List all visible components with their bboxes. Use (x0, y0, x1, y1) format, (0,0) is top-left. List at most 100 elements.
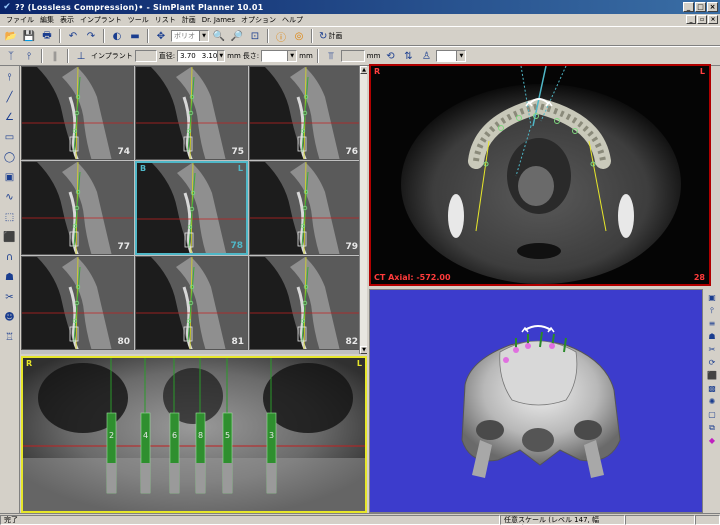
cross-section-cell[interactable]: 78 B L (135, 161, 248, 255)
mask-icon[interactable]: ☻ (2, 309, 18, 326)
volume-icon[interactable]: ⬚ (2, 209, 18, 226)
menu-options[interactable]: オプション (238, 15, 279, 25)
panoramic-view[interactable]: 2 4 6 8 5 3 R L (21, 356, 367, 513)
3d-bone-icon[interactable]: ☗ (706, 331, 718, 342)
length-select[interactable]: ▼ (261, 50, 298, 62)
target-icon[interactable]: ◎ (291, 28, 307, 44)
3d-light-icon[interactable]: ✺ (706, 396, 718, 407)
contrast-icon[interactable]: ◐ (109, 28, 125, 44)
print-icon[interactable]: 🖶 (39, 28, 55, 44)
cross-section-cell[interactable]: 76 (249, 66, 362, 160)
cross-section-cell[interactable]: 77 (21, 161, 134, 255)
title-bar: ✔ ?? (Lossless Compression)• - SimPlant … (0, 0, 720, 14)
cross-section-cell[interactable]: 82 (249, 256, 362, 350)
menu-file[interactable]: ファイル (3, 15, 37, 25)
cross-section-cell[interactable]: 79 (249, 161, 362, 255)
status-empty (625, 514, 695, 525)
angle-icon[interactable]: ∠ (2, 109, 18, 126)
minimize-button[interactable]: _ (683, 2, 694, 12)
close-button[interactable]: × (707, 2, 718, 12)
rectangle-icon[interactable]: ▭ (2, 129, 18, 146)
cross-section-cell[interactable]: 81 (135, 256, 248, 350)
plan-button-label: 計画 (328, 32, 343, 40)
status-resize-grip[interactable] (695, 514, 720, 525)
toolbar-separator (59, 29, 61, 43)
3d-cut-icon[interactable]: ✂ (706, 344, 718, 355)
3d-color-icon[interactable]: ◆ (706, 435, 718, 446)
cross-section-cell[interactable]: 80 (21, 256, 134, 350)
segment-icon[interactable]: ⬛ (2, 229, 18, 246)
zoom-select[interactable]: ボリオ ▼ (171, 30, 209, 42)
fit-view-icon[interactable]: ⊡ (247, 28, 263, 44)
menu-implant[interactable]: インプラント (77, 15, 125, 25)
maximize-button[interactable]: □ (695, 2, 706, 12)
axial-view[interactable]: R L CT Axial: -572.00 28 (369, 64, 711, 286)
ellipse-icon[interactable]: ◯ (2, 149, 18, 166)
menu-plan[interactable]: 計画 (179, 15, 199, 25)
3d-skull-render (461, 325, 621, 478)
abutment-field[interactable] (340, 50, 365, 62)
window-level-icon[interactable]: ▬ (127, 28, 143, 44)
3d-reset-icon[interactable]: ▣ (706, 292, 718, 303)
mdi-restore-button[interactable]: ▫ (697, 15, 707, 24)
redo-icon[interactable]: ↷ (83, 28, 99, 44)
implant-select-icon[interactable]: ⊥ (73, 48, 89, 64)
zoom-icon[interactable]: 🔍 (211, 28, 227, 44)
3d-implant-icon[interactable]: ⫯ (706, 305, 718, 316)
menu-help[interactable]: ヘルプ (279, 15, 306, 25)
menu-doctor[interactable]: Dr. James (199, 16, 238, 24)
slice-number: 77 (117, 242, 130, 252)
abutment-select[interactable]: ▼ (436, 50, 467, 62)
zoom-region-icon[interactable]: 🔎 (229, 28, 245, 44)
scroll-down-icon[interactable]: ▼ (360, 346, 367, 354)
menu-view[interactable]: 表示 (57, 15, 77, 25)
nerve-icon[interactable]: ∩ (2, 249, 18, 266)
toolbar-separator (316, 49, 319, 63)
open-folder-icon[interactable]: 📂 (3, 28, 19, 44)
undo-icon[interactable]: ↶ (65, 28, 81, 44)
status-bar: 完了 任意スケール (レベル 147, 幅 3006) (0, 513, 720, 525)
implant-number: 6 (172, 431, 177, 440)
parallel-icon[interactable]: ‖ (47, 48, 63, 64)
measure-line-icon[interactable]: ╱ (2, 89, 18, 106)
bone-icon[interactable]: ☗ (2, 269, 18, 286)
chevron-down-icon: ▼ (217, 51, 225, 61)
3d-scan-icon[interactable]: ▩ (706, 383, 718, 394)
implant-icon[interactable]: ᛉ (3, 48, 19, 64)
status-message: 完了 (0, 514, 500, 525)
cross-section-scrollbar[interactable]: ▲ ▼ (359, 66, 367, 354)
3d-view[interactable] (369, 289, 703, 513)
rotate-abutment-icon[interactable]: ⟲ (382, 48, 398, 64)
cross-section-cell[interactable]: 75 (135, 66, 248, 160)
menu-edit[interactable]: 編集 (37, 15, 57, 25)
diameter-select[interactable]: 3.70 3.10 ▼ (177, 50, 226, 62)
left-toolbar: ⫯ ╱ ∠ ▭ ◯ ▣ ∿ ⬚ ⬛ ∩ ☗ ✂ ☻ ♖ (0, 66, 20, 513)
info-icon[interactable]: ⓘ (273, 28, 289, 44)
3d-layers-icon[interactable]: ≡ (706, 318, 718, 329)
3d-box-icon[interactable]: ⬛ (706, 370, 718, 381)
swap-abutment-icon[interactable]: ⇅ (400, 48, 416, 64)
implant-field[interactable] (134, 50, 157, 62)
implant-tool-icon[interactable]: ⫯ (2, 69, 18, 86)
mdi-close-button[interactable]: × (708, 15, 718, 24)
3d-view-icon[interactable]: ▢ (706, 409, 718, 420)
tooth-tool-icon[interactable]: ♖ (2, 329, 18, 346)
scroll-up-icon[interactable]: ▲ (360, 66, 367, 74)
abutment-icon[interactable]: ⫪ (323, 48, 339, 64)
3d-copy-icon[interactable]: ⧉ (706, 422, 718, 433)
note-icon[interactable]: ▣ (2, 169, 18, 186)
slice-number: 76 (345, 147, 358, 157)
mdi-minimize-button[interactable]: _ (686, 15, 696, 24)
save-icon[interactable]: 💾 (21, 28, 37, 44)
pan-move-icon[interactable]: ✥ (153, 28, 169, 44)
cross-section-cell[interactable]: 74 (21, 66, 134, 160)
menu-tools[interactable]: ツール (125, 15, 152, 25)
implant-angle-icon[interactable]: ⫯ (21, 48, 37, 64)
menu-list[interactable]: リスト (152, 15, 179, 25)
chevron-down-icon: ▼ (199, 31, 208, 41)
plan-button[interactable]: ↻ 計画 (317, 28, 344, 44)
3d-rotate-icon[interactable]: ⟳ (706, 357, 718, 368)
curve-icon[interactable]: ∿ (2, 189, 18, 206)
tooth-icon[interactable]: ♙ (418, 48, 434, 64)
cut-icon[interactable]: ✂ (2, 289, 18, 306)
